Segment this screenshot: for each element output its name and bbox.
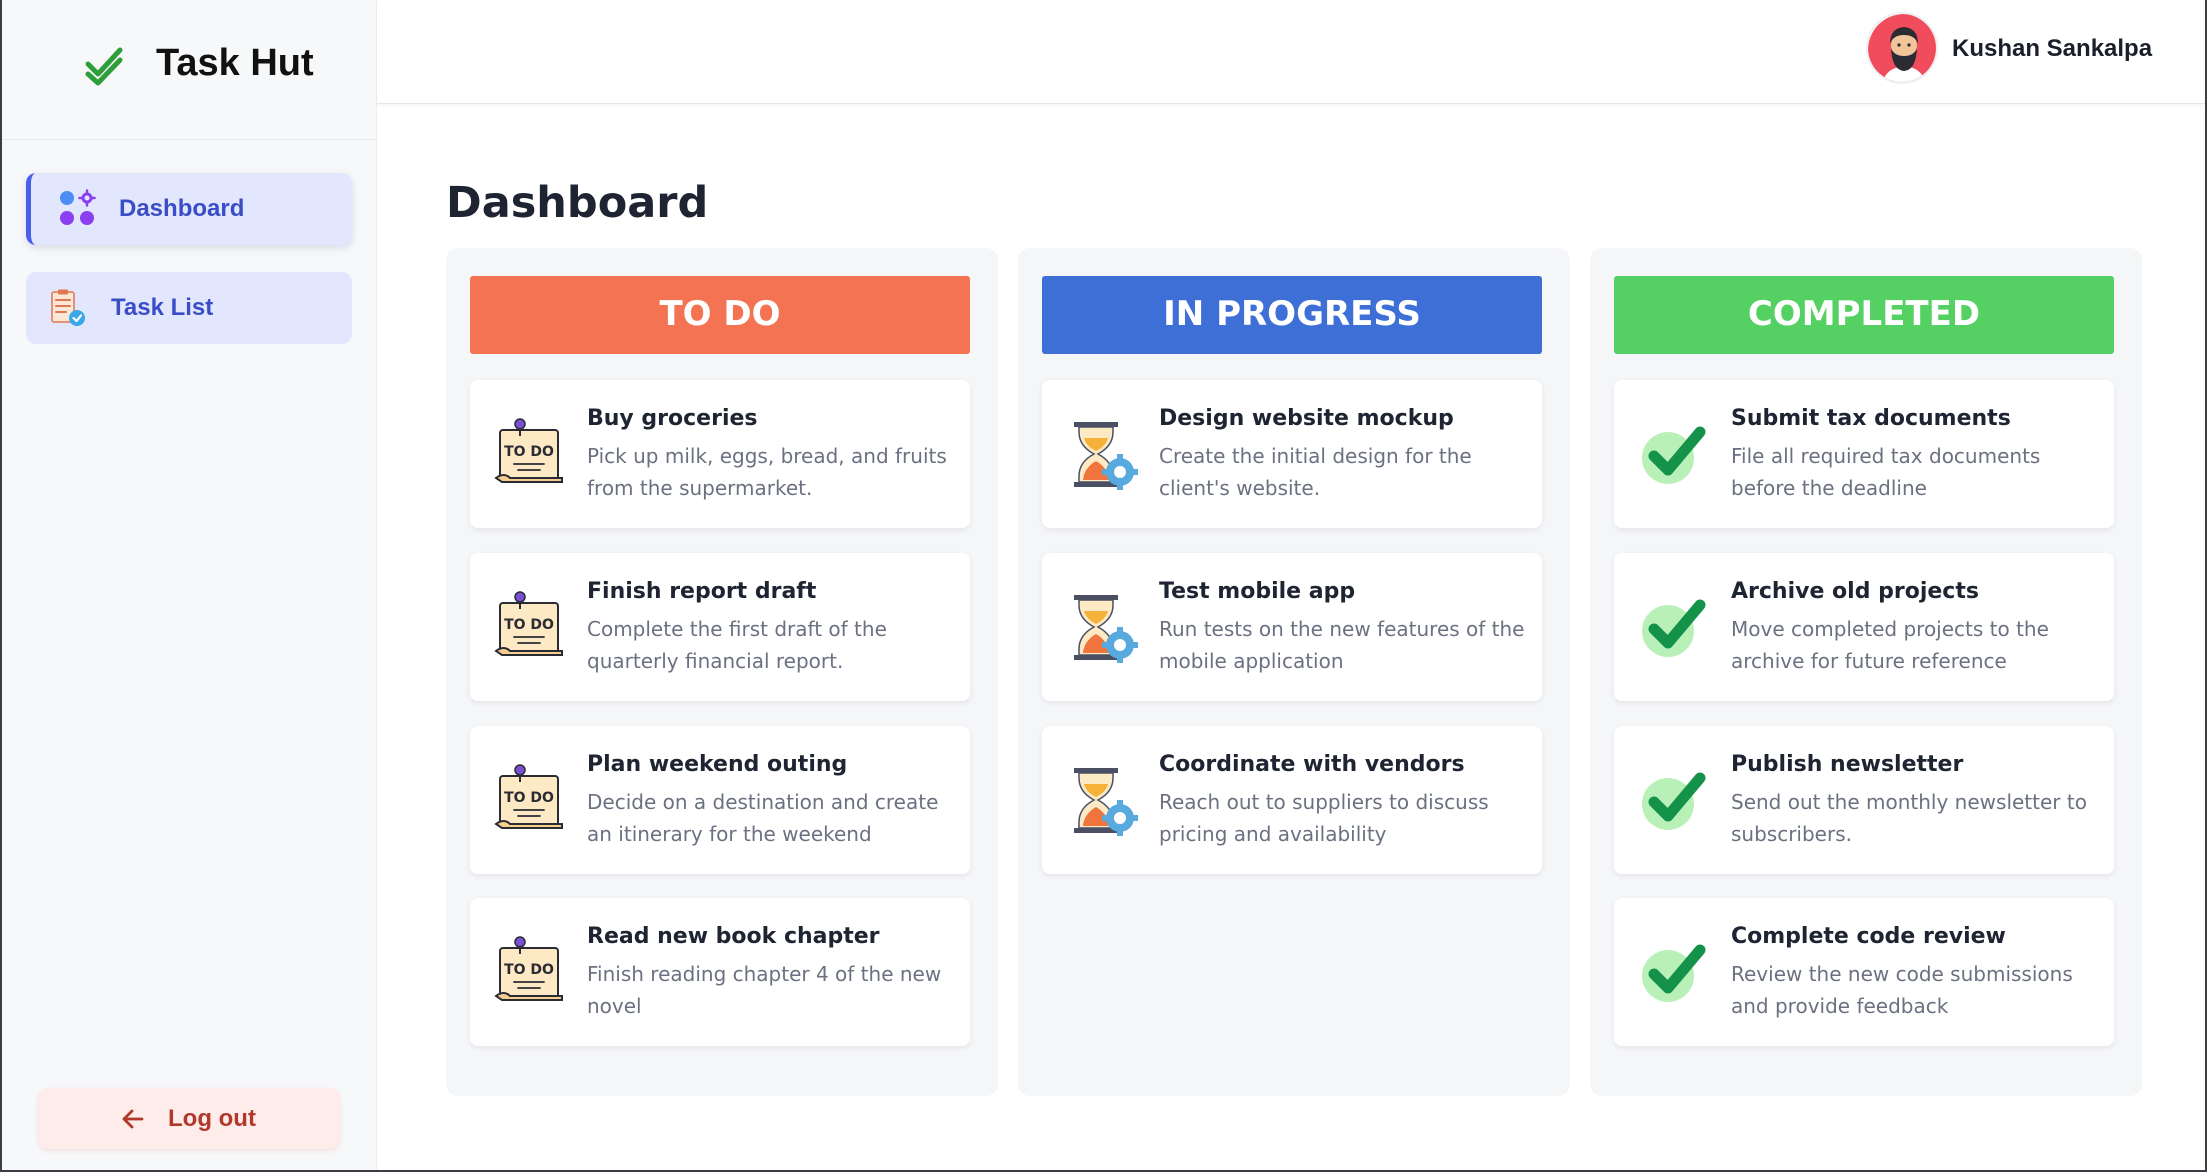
task-card[interactable]: Test mobile app Run tests on the new fea…	[1042, 553, 1542, 701]
arrow-left-icon	[122, 1109, 144, 1129]
green-checkmark-icon	[1642, 944, 1706, 1002]
sidebar-item-task-list[interactable]: Task List	[26, 272, 352, 344]
hourglass-gear-icon	[1074, 768, 1138, 836]
task-title: Complete code review	[1731, 924, 2006, 949]
task-description: Move completed projects to the archive f…	[1731, 617, 2049, 673]
task-title: Read new book chapter	[587, 924, 880, 949]
green-checkmark-icon	[1642, 772, 1706, 830]
task-title: Plan weekend outing	[587, 752, 848, 777]
svg-text:TO DO: TO DO	[504, 790, 554, 806]
task-description: Send out the monthly newsletter to subsc…	[1731, 790, 2087, 846]
task-card[interactable]: TO DO Finish report draft Complete the f…	[470, 553, 970, 701]
task-title: Finish report draft	[587, 579, 817, 604]
task-description: Run tests on the new features of the mob…	[1159, 617, 1525, 673]
task-title: Publish newsletter	[1731, 752, 1964, 777]
task-list-icon	[51, 289, 85, 326]
todo-note-icon: TO DO	[494, 418, 563, 483]
task-title: Submit tax documents	[1731, 406, 2011, 431]
svg-text:TO DO: TO DO	[504, 617, 554, 633]
todo-note-icon: TO DO	[494, 936, 563, 1001]
task-card[interactable]: TO DO Buy groceries Pick up milk, eggs, …	[470, 380, 970, 528]
task-card[interactable]: Coordinate with vendors Reach out to sup…	[1042, 726, 1542, 874]
dashboard-icon	[60, 189, 96, 225]
hourglass-gear-icon	[1074, 595, 1138, 663]
svg-text:TO DO: TO DO	[504, 962, 554, 978]
task-description: Finish reading chapter 4 of the new nove…	[587, 962, 942, 1018]
task-description: Review the new code submissions and prov…	[1731, 962, 2073, 1018]
column-todo: TO DO TO DO Buy groceries Pick up milk, …	[446, 248, 998, 1096]
task-description: Pick up milk, eggs, bread, and fruits fr…	[587, 444, 947, 500]
logout-label: Log out	[168, 1105, 256, 1132]
task-title: Archive old projects	[1731, 579, 1979, 604]
task-title: Design website mockup	[1159, 406, 1454, 431]
task-card[interactable]: TO DO Plan weekend outing Decide on a de…	[470, 726, 970, 874]
double-check-logo-icon	[85, 47, 123, 86]
green-checkmark-icon	[1642, 426, 1706, 484]
app-title: Task Hut	[156, 42, 314, 84]
task-card[interactable]: Design website mockup Create the initial…	[1042, 380, 1542, 528]
logout-button[interactable]: Log out	[38, 1088, 340, 1149]
page-title: Dashboard	[446, 178, 709, 228]
task-title: Test mobile app	[1159, 579, 1356, 604]
task-description: Complete the first draft of the quarterl…	[587, 617, 887, 673]
task-card[interactable]: TO DO Read new book chapter Finish readi…	[470, 898, 970, 1046]
task-description: Reach out to suppliers to discuss pricin…	[1159, 790, 1489, 846]
task-description: Create the initial design for the client…	[1159, 444, 1472, 500]
task-title: Buy groceries	[587, 406, 758, 431]
todo-note-icon: TO DO	[494, 591, 563, 656]
column-in-progress: IN PROGRESS Design website mockup Create…	[1018, 248, 1570, 1096]
column-completed: COMPLETED Submit tax documents File all …	[1590, 248, 2142, 1096]
hourglass-gear-icon	[1074, 422, 1138, 490]
sidebar-item-dashboard[interactable]: Dashboard	[26, 173, 352, 245]
sidebar: Task Hut Dashboard Task List Log out	[0, 0, 377, 1172]
column-header: IN PROGRESS	[1042, 276, 1542, 354]
sidebar-item-label: Dashboard	[119, 195, 245, 222]
svg-text:TO DO: TO DO	[504, 444, 554, 460]
user-name[interactable]: Kushan Sankalpa	[1952, 35, 2152, 63]
task-title: Coordinate with vendors	[1159, 752, 1465, 777]
column-header: COMPLETED	[1614, 276, 2114, 354]
brand: Task Hut	[0, 0, 377, 140]
avatar[interactable]	[1866, 12, 1938, 84]
task-description: File all required tax documents before t…	[1731, 444, 2041, 500]
green-checkmark-icon	[1642, 599, 1706, 657]
task-card[interactable]: Publish newsletter Send out the monthly …	[1614, 726, 2114, 874]
column-header: TO DO	[470, 276, 970, 354]
sidebar-item-label: Task List	[111, 294, 214, 321]
task-card[interactable]: Archive old projects Move completed proj…	[1614, 553, 2114, 701]
task-card[interactable]: Complete code review Review the new code…	[1614, 898, 2114, 1046]
task-card[interactable]: Submit tax documents File all required t…	[1614, 380, 2114, 528]
task-description: Decide on a destination and create an it…	[587, 790, 939, 846]
todo-note-icon: TO DO	[494, 764, 563, 829]
